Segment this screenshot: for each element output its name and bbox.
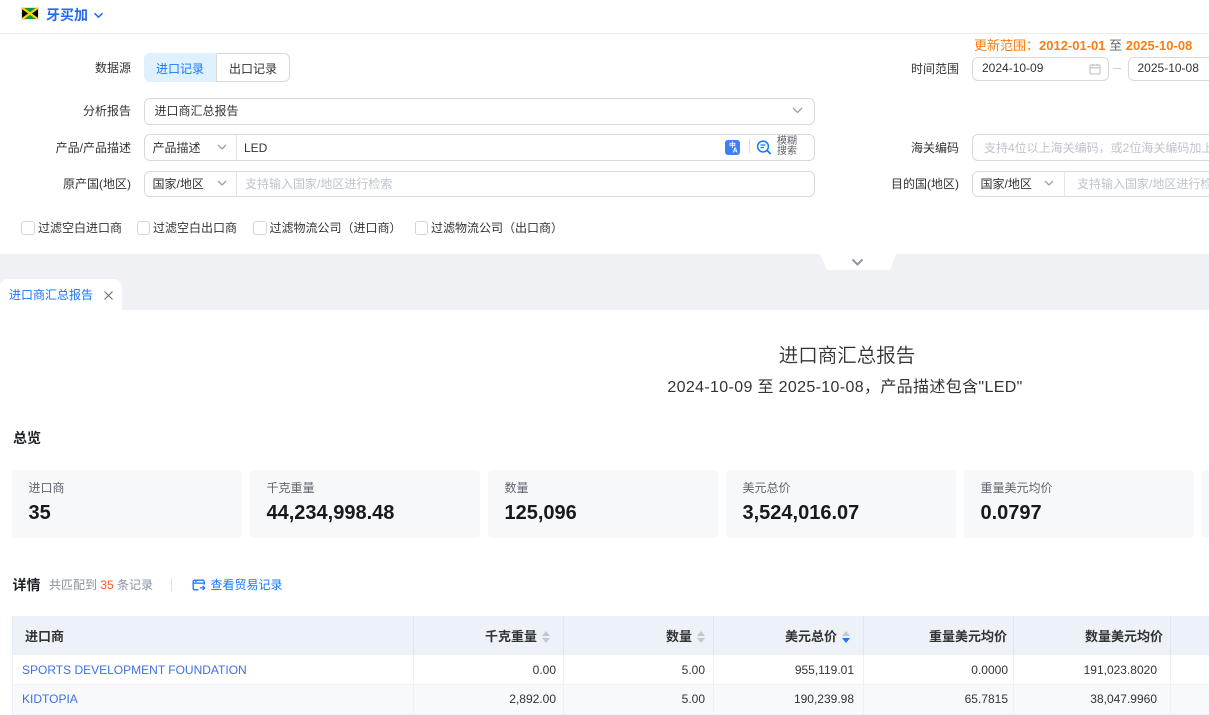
- svg-text:A: A: [733, 147, 738, 154]
